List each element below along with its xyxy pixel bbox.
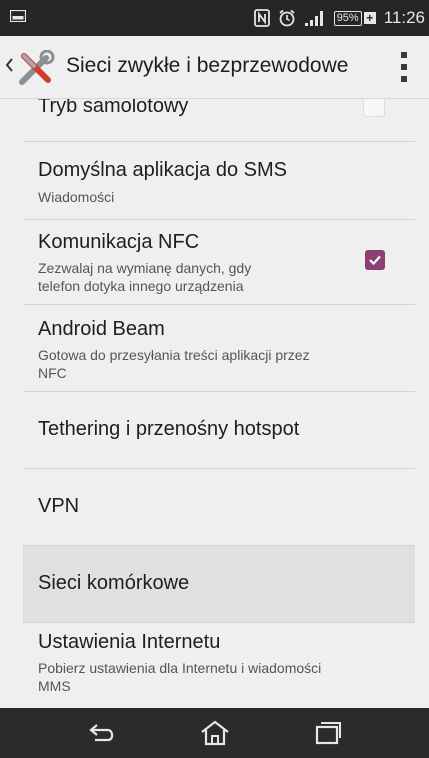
setting-title: VPN: [38, 495, 80, 517]
setting-subtitle-line2: telefon dotyka innego urządzenia: [38, 278, 244, 294]
navigation-bar: [0, 708, 429, 758]
setting-title: Android Beam: [38, 318, 165, 340]
nfc-checkbox[interactable]: [365, 250, 385, 270]
setting-mobile-networks[interactable]: Sieci komórkowe: [23, 546, 415, 623]
clock: 11:26: [383, 8, 425, 27]
setting-subtitle-line2: NFC: [38, 365, 67, 381]
picture-notification-icon: [10, 10, 26, 22]
airplane-mode-checkbox[interactable]: [363, 99, 385, 117]
checkmark-icon: [369, 255, 381, 266]
status-bar: 95% + 11:26: [0, 0, 429, 36]
setting-title: Sieci komórkowe: [38, 572, 190, 594]
tools-icon[interactable]: [16, 50, 56, 86]
setting-nfc[interactable]: Komunikacja NFC Zezwalaj na wymianę dany…: [23, 220, 415, 305]
back-chevron-icon[interactable]: [4, 56, 14, 74]
setting-android-beam[interactable]: Android Beam Gotowa do przesyłania treśc…: [23, 305, 415, 392]
signal-icon: [304, 11, 323, 26]
nfc-icon: [253, 9, 270, 27]
alarm-icon: [279, 9, 295, 27]
setting-title: Komunikacja NFC: [38, 231, 200, 253]
overflow-menu-icon[interactable]: [401, 52, 407, 82]
home-icon[interactable]: [198, 720, 232, 746]
setting-default-sms-app[interactable]: Domyślna aplikacja do SMS Wiadomości: [23, 142, 415, 220]
setting-subtitle-line1: Gotowa do przesyłania treści aplikacji p…: [38, 347, 310, 363]
back-icon[interactable]: [86, 720, 120, 746]
setting-vpn[interactable]: VPN: [23, 469, 415, 546]
setting-subtitle-line1: Zezwalaj na wymianę danych, gdy: [38, 260, 252, 276]
recent-apps-icon[interactable]: [311, 720, 345, 746]
settings-list: Tryb samolotowy Domyślna aplikacja do SM…: [0, 99, 429, 708]
setting-internet-settings[interactable]: Ustawienia Internetu Pobierz ustawienia …: [23, 623, 415, 708]
battery-icon: 95% +: [333, 10, 376, 26]
page-title: Sieci zwykłe i bezprzewodowe: [66, 54, 349, 77]
setting-title: Ustawienia Internetu: [38, 631, 221, 653]
status-icons: 95% + 11:26: [253, 6, 425, 30]
setting-title: Tethering i przenośny hotspot: [38, 418, 300, 440]
charging-indicator: +: [363, 12, 376, 24]
setting-airplane-mode[interactable]: Tryb samolotowy: [23, 99, 415, 142]
setting-title: Domyślna aplikacja do SMS: [38, 159, 287, 181]
battery-percent: 95%: [333, 10, 362, 26]
setting-subtitle: Wiadomości: [38, 189, 115, 205]
action-bar: Sieci zwykłe i bezprzewodowe: [0, 36, 429, 99]
setting-subtitle-line1: Pobierz ustawienia dla Internetu i wiado…: [38, 660, 322, 676]
setting-subtitle-line2: MMS: [38, 678, 71, 694]
setting-title: Tryb samolotowy: [38, 99, 189, 117]
setting-tethering-hotspot[interactable]: Tethering i przenośny hotspot: [23, 392, 415, 469]
